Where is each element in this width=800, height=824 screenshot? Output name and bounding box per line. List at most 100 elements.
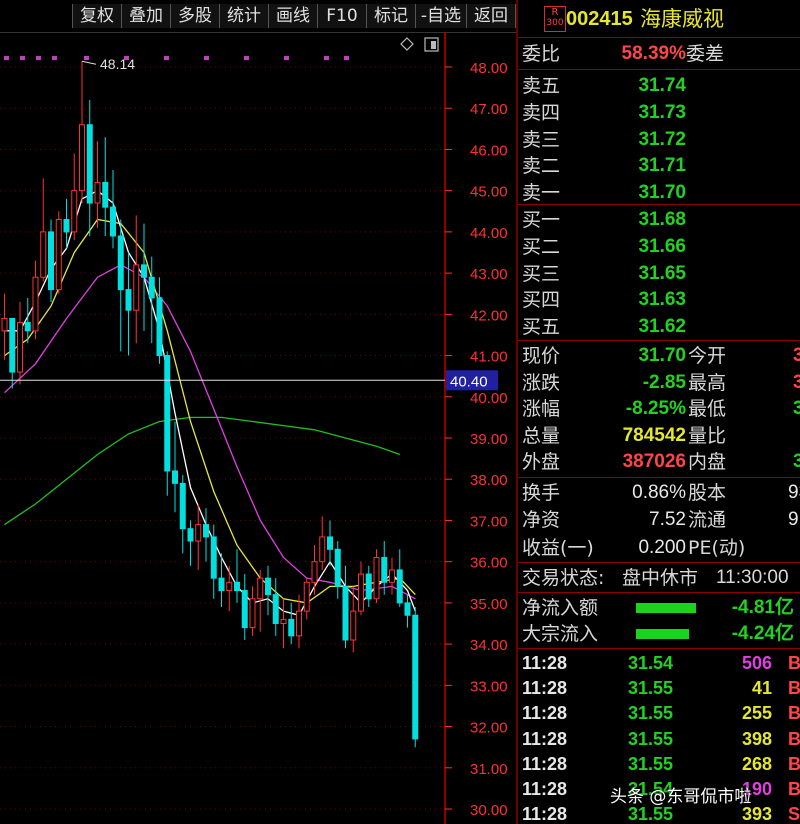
trade-status-time: 11:30:00 bbox=[716, 567, 789, 588]
candle-up[interactable] bbox=[133, 215, 140, 344]
weicha-label: 委差 bbox=[686, 43, 725, 65]
flow-bar bbox=[636, 629, 689, 639]
fundamental-label-2: PE(动) bbox=[688, 536, 746, 559]
candle-up[interactable] bbox=[55, 211, 62, 294]
candle-body bbox=[334, 548, 341, 587]
candle-down[interactable] bbox=[48, 219, 54, 302]
overlay-button[interactable]: 叠加 bbox=[121, 4, 171, 28]
ask-row[interactable]: 卖四 31.73 bbox=[518, 100, 800, 126]
fundamental-row: 收益(一) 0.200 PE(动) bbox=[518, 535, 800, 561]
candle-up[interactable] bbox=[71, 153, 78, 241]
window-toggle-icon[interactable] bbox=[424, 37, 439, 52]
candle-up[interactable] bbox=[226, 565, 233, 612]
candle-down[interactable] bbox=[203, 508, 209, 562]
quote-panel: R 300 002415 海康威视 委比 58.39% 委差 交易状态: 盘中休… bbox=[516, 0, 800, 824]
candle-down[interactable] bbox=[187, 520, 194, 566]
candle-up[interactable] bbox=[358, 561, 364, 616]
candle-up[interactable] bbox=[40, 178, 47, 282]
bid-row[interactable]: 买五 31.62 bbox=[518, 314, 800, 340]
candle-up[interactable] bbox=[79, 61, 85, 204]
candle-down[interactable] bbox=[234, 549, 240, 603]
candle-up[interactable] bbox=[319, 516, 326, 570]
y-tick-label: 37.00 bbox=[470, 513, 508, 530]
candle-down[interactable] bbox=[396, 549, 403, 608]
candle-down[interactable] bbox=[342, 565, 349, 649]
candle-down[interactable] bbox=[241, 574, 248, 640]
ask-row[interactable]: 卖五 31.74 bbox=[518, 73, 800, 99]
f10-button[interactable]: F10 bbox=[317, 4, 367, 28]
y-tick-label: 32.00 bbox=[470, 720, 508, 737]
candle-down[interactable] bbox=[288, 602, 295, 645]
candle-down[interactable] bbox=[365, 565, 372, 608]
kline-chart-svg[interactable]: 48.00 47.00 46.00 45.00 44.00 43.00 42.00 41.00… bbox=[0, 32, 516, 824]
tick-row: 11:28 31.54 506 B bbox=[518, 651, 800, 676]
ask-row[interactable]: 卖一 31.70 bbox=[518, 180, 800, 206]
candle-down[interactable] bbox=[404, 594, 411, 628]
candle-down[interactable] bbox=[265, 565, 271, 616]
candle-body bbox=[110, 206, 116, 237]
candle-up[interactable] bbox=[94, 141, 101, 228]
restore-rights-button[interactable]: 复权 bbox=[72, 4, 122, 28]
candle-down[interactable] bbox=[9, 317, 16, 389]
stock-name: 海康威视 bbox=[640, 7, 724, 31]
fundamental-label-2: 流通 bbox=[688, 509, 727, 532]
candle-down[interactable] bbox=[117, 219, 124, 352]
mark-button[interactable]: 标记 bbox=[366, 4, 416, 28]
candle-body bbox=[218, 577, 225, 592]
y-tick-label: 38.00 bbox=[470, 472, 508, 489]
flow-row: 净流入额 -4.81亿 bbox=[518, 595, 800, 621]
y-tick-label: 40.00 bbox=[470, 390, 508, 407]
candle-body bbox=[303, 581, 310, 612]
candle-up[interactable] bbox=[373, 549, 380, 603]
fundamental-value: 0.200 bbox=[638, 536, 686, 558]
candle-down[interactable] bbox=[272, 578, 279, 636]
tick-flag: S bbox=[788, 804, 800, 824]
candle-down[interactable] bbox=[412, 607, 419, 748]
marker-dot bbox=[204, 56, 209, 60]
quote-value-2: 39 bbox=[793, 449, 800, 475]
candle-down[interactable] bbox=[334, 541, 341, 599]
remove-watchlist-button[interactable]: -自选 bbox=[415, 4, 467, 28]
multi-stock-button[interactable]: 多股 bbox=[170, 4, 220, 28]
candle-down[interactable] bbox=[156, 277, 163, 364]
bid-row[interactable]: 买一 31.68 bbox=[518, 207, 800, 233]
fundamental-label: 换手 bbox=[522, 482, 561, 504]
quote-value: 387026 bbox=[622, 451, 686, 473]
candle-up[interactable] bbox=[389, 557, 395, 595]
quote-row: 外盘 387026内盘 39 bbox=[518, 449, 800, 475]
flow-value: -4.81亿 bbox=[731, 597, 794, 618]
bid-row[interactable]: 买三 31.65 bbox=[518, 261, 800, 287]
candle-up[interactable] bbox=[249, 586, 256, 636]
candle-up[interactable] bbox=[32, 260, 39, 340]
ask-row[interactable]: 卖三 31.72 bbox=[518, 127, 800, 153]
back-button[interactable]: 返回 bbox=[466, 4, 516, 28]
tick-volume: 398 bbox=[741, 728, 772, 749]
y-tick-label: 33.00 bbox=[470, 678, 508, 695]
candle-down[interactable] bbox=[327, 520, 333, 566]
candle-body bbox=[172, 470, 178, 484]
candle-up[interactable] bbox=[17, 301, 23, 385]
candle-down[interactable] bbox=[179, 475, 186, 554]
candle-down[interactable] bbox=[172, 421, 178, 513]
diamond-icon[interactable] bbox=[400, 37, 414, 51]
candle-down[interactable] bbox=[110, 170, 116, 249]
tick-volume: 506 bbox=[741, 653, 772, 673]
bid-row[interactable]: 买四 31.63 bbox=[518, 287, 800, 313]
candle-down[interactable] bbox=[86, 99, 93, 237]
candle-up[interactable] bbox=[195, 503, 202, 570]
ask-row[interactable]: 卖二 31.71 bbox=[518, 153, 800, 179]
candle-down[interactable] bbox=[164, 351, 171, 496]
draw-line-button[interactable]: 画线 bbox=[268, 4, 318, 28]
ask-label: 卖四 bbox=[522, 101, 561, 124]
market-badge-top: R bbox=[551, 7, 559, 18]
candle-down[interactable] bbox=[210, 524, 217, 599]
candle-up[interactable] bbox=[303, 578, 310, 620]
statistics-button[interactable]: 统计 bbox=[219, 4, 269, 28]
candle-up[interactable] bbox=[280, 598, 287, 649]
ask-label: 卖五 bbox=[522, 75, 561, 97]
candle-up[interactable] bbox=[311, 545, 318, 595]
kline-chart[interactable]: 48.00 47.00 46.00 45.00 44.00 43.00 42.00 41.00… bbox=[0, 32, 516, 824]
candle-up[interactable] bbox=[1, 293, 8, 360]
bid-row[interactable]: 买二 31.66 bbox=[518, 234, 800, 260]
tick-flag: B bbox=[788, 678, 800, 699]
